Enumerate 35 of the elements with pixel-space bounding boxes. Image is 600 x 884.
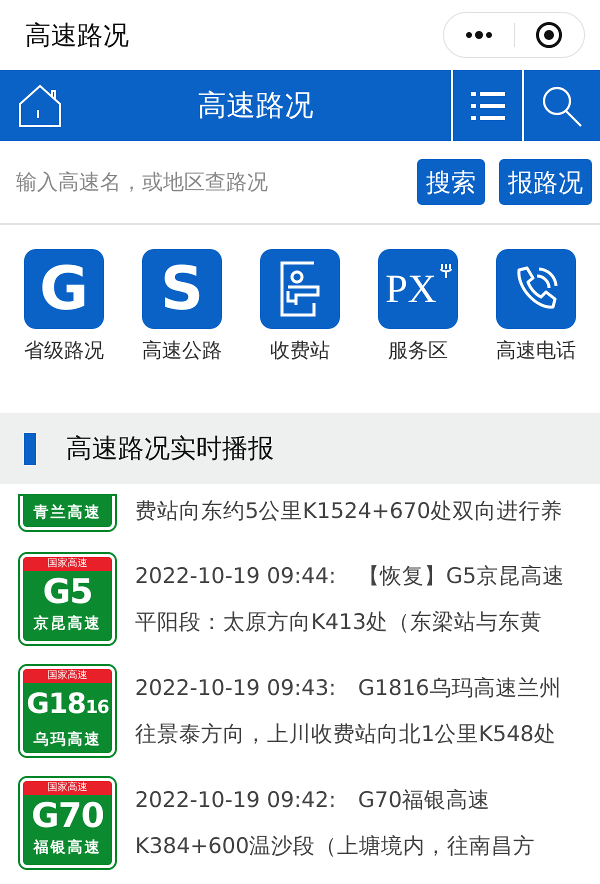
highway-sign: 国家高速 G70 福银高速 <box>20 778 115 868</box>
highway-sign: 国家高速 G1816 乌玛高速 <box>20 666 115 756</box>
section-title: 高速路况实时播报 <box>66 433 274 466</box>
toll-booth-icon <box>278 261 322 317</box>
news-text[interactable]: K384+600温沙段（上塘境内，往南昌方 <box>135 824 536 870</box>
news-text[interactable]: 2022-10-19 09:42: G70福银高速 <box>135 778 536 824</box>
tile-background[interactable] <box>260 249 340 329</box>
search-field[interactable]: 输入高速名，或地区查路况 <box>16 170 403 194</box>
shortcut-label[interactable]: 高速公路 <box>142 337 222 364</box>
news-text[interactable]: 2022-10-19 09:44: 【恢复】G5京昆高速 <box>135 554 564 600</box>
shortcut-label[interactable]: 服务区 <box>388 337 448 364</box>
service-area-icon[interactable]: PX <box>378 249 458 329</box>
menu-icon[interactable] <box>470 90 504 120</box>
letter-icon[interactable]: S <box>142 249 222 329</box>
more-icon[interactable] <box>464 31 493 39</box>
fork-icon <box>439 263 453 279</box>
accent-bar <box>24 432 36 464</box>
shortcut-label[interactable]: 省级路况 <box>24 337 104 364</box>
highway-sign: 国家高速 G5 京昆高速 <box>20 554 115 644</box>
shortcut-label[interactable]: 高速电话 <box>496 337 576 364</box>
news-text[interactable]: 2022-10-19 09:43: G1816乌玛高速兰州 <box>135 666 562 712</box>
letter-icon[interactable]: G <box>24 249 104 329</box>
news-text[interactable]: 往景泰方向，上川收费站向北1公里K548处 <box>135 712 562 758</box>
icon-text: PX <box>385 269 437 309</box>
tile-background[interactable] <box>496 249 576 329</box>
page-title: 高速路况 <box>25 20 129 52</box>
home-icon[interactable] <box>18 84 62 128</box>
header-title: 高速路况 <box>198 86 314 124</box>
shortcut-label[interactable]: 收费站 <box>270 337 330 364</box>
news-text[interactable]: 费站向东约5公里K1524+670处双向进行养 <box>135 496 563 528</box>
action-button[interactable]: 报路况 <box>499 159 592 205</box>
action-button[interactable]: 搜索 <box>417 159 485 205</box>
news-text[interactable]: 平阳段：太原方向K413处（东梁站与东黄 <box>135 600 564 646</box>
search-icon[interactable] <box>541 84 583 126</box>
highway-sign: 青兰高速 <box>20 496 115 530</box>
